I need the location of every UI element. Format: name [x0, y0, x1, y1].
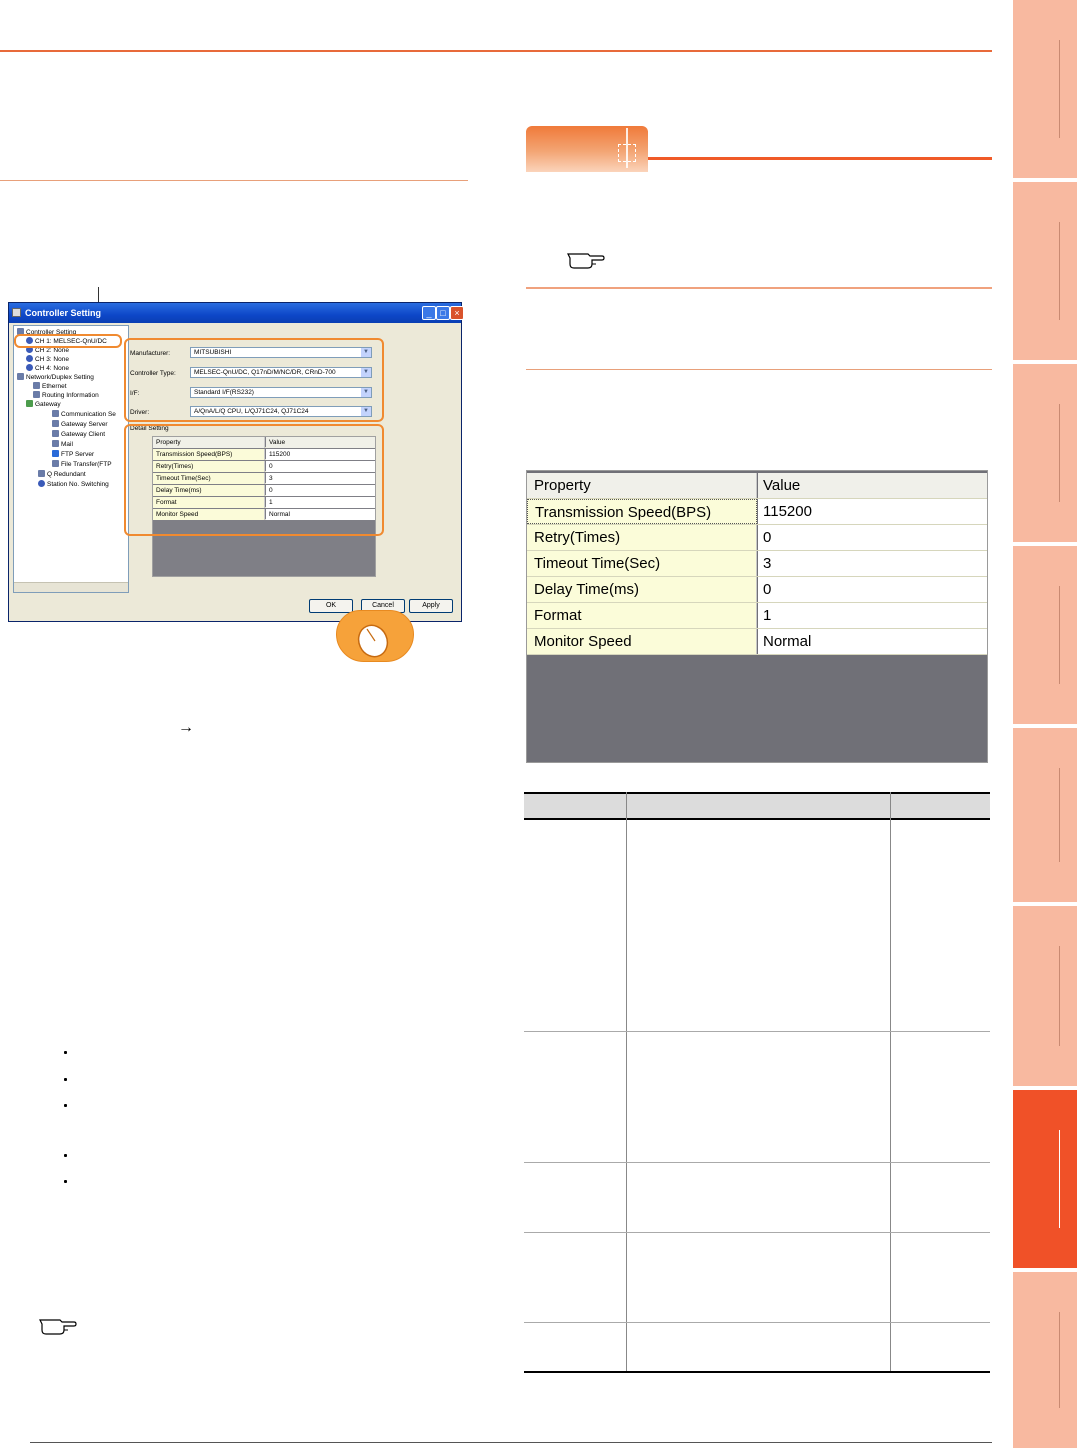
bullet-icon — [64, 1078, 67, 1081]
tree-item[interactable]: Mail — [52, 440, 73, 449]
specification-table — [524, 792, 990, 1373]
tree-item[interactable]: Gateway — [26, 400, 61, 409]
arrow-right-icon: → — [178, 719, 194, 736]
tree-item[interactable]: Communication Se — [52, 410, 116, 419]
minimize-button[interactable]: _ — [422, 306, 436, 320]
gateway-icon — [26, 400, 33, 407]
value-header: Value — [758, 473, 987, 498]
pointing-hand-icon — [39, 1319, 77, 1335]
side-tab-6[interactable] — [1013, 906, 1077, 1086]
side-tab-8[interactable] — [1013, 1272, 1077, 1448]
side-tab-5[interactable] — [1013, 728, 1077, 902]
detail-setting-highlight — [124, 424, 384, 536]
tree-horizontal-scrollbar[interactable] — [14, 582, 128, 592]
table-row[interactable]: Format 1 — [527, 603, 987, 629]
bullet-icon — [64, 1051, 67, 1054]
tree-item[interactable]: CH 3: None — [26, 355, 69, 364]
bullet-icon — [64, 1104, 67, 1107]
tree-item[interactable]: Network/Duplex Setting — [17, 373, 94, 382]
side-tab-7-active[interactable] — [1013, 1090, 1077, 1268]
side-tab-4[interactable] — [1013, 546, 1077, 724]
station-icon — [38, 480, 45, 487]
hint-crosshair-icon — [618, 144, 636, 162]
file-transfer-icon — [52, 460, 59, 467]
window-titlebar[interactable]: Controller Setting — [9, 303, 461, 323]
tree-item[interactable]: Routing Information — [33, 391, 99, 400]
side-tab-1[interactable] — [1013, 0, 1077, 178]
row-divider — [524, 1232, 990, 1233]
tree-item[interactable]: Station No. Switching — [38, 480, 109, 489]
column-divider — [890, 792, 891, 1373]
app-icon — [12, 308, 21, 317]
tree-item[interactable]: FTP Server — [52, 450, 94, 459]
mouse-click-bubble — [336, 610, 414, 662]
tree-item[interactable]: Ethernet — [33, 382, 67, 391]
bullet-icon — [64, 1180, 67, 1183]
row-divider — [524, 1322, 990, 1323]
channel-icon — [26, 355, 33, 362]
window-title: Controller Setting — [25, 308, 101, 318]
table-row[interactable]: Timeout Time(Sec) 3 — [527, 551, 987, 577]
section-rule-right-1 — [526, 287, 992, 289]
bottom-rule — [30, 1442, 992, 1443]
side-tab-3[interactable] — [1013, 364, 1077, 542]
close-button[interactable]: × — [450, 306, 464, 320]
section-rule-right-2 — [526, 369, 992, 370]
tree-item[interactable]: Gateway Client — [52, 430, 105, 439]
routing-icon — [33, 391, 40, 398]
ftp-icon — [52, 450, 59, 457]
driver-settings-highlight — [124, 338, 384, 422]
maximize-button[interactable]: □ — [436, 306, 450, 320]
table-row[interactable]: Delay Time(ms) 0 — [527, 577, 987, 603]
table-row[interactable]: Monitor Speed Normal — [527, 629, 987, 655]
row-divider — [524, 1031, 990, 1032]
section-rule-left — [0, 180, 468, 181]
table-header — [524, 792, 990, 820]
ethernet-icon — [33, 382, 40, 389]
tree-item[interactable]: Gateway Server — [52, 420, 108, 429]
tree-item[interactable]: Q Redundant — [38, 470, 86, 479]
property-header: Property — [527, 473, 757, 498]
apply-button[interactable]: Apply — [409, 599, 453, 613]
row-divider — [524, 1162, 990, 1163]
channel-icon — [26, 364, 33, 371]
tree-item[interactable]: CH 4: None — [26, 364, 69, 373]
mail-icon — [52, 440, 59, 447]
channel-highlight — [14, 334, 122, 348]
client-icon — [52, 430, 59, 437]
settings-tree: Controller Setting CH 1: MELSEC-QnU/DC C… — [13, 325, 129, 593]
table-row[interactable]: Retry(Times) 0 — [527, 525, 987, 551]
pointing-hand-icon — [567, 253, 605, 269]
column-divider — [626, 792, 627, 1373]
server-icon — [52, 420, 59, 427]
network-icon — [17, 373, 24, 380]
side-tab-2[interactable] — [1013, 182, 1077, 360]
mouse-icon — [357, 624, 389, 658]
communication-icon — [52, 410, 59, 417]
hint-rule — [648, 157, 992, 160]
top-rule — [0, 50, 992, 52]
table-row[interactable]: Transmission Speed(BPS) 115200 — [527, 499, 987, 525]
table-row: Property Value — [527, 473, 987, 499]
bullet-icon — [64, 1154, 67, 1157]
property-table: Property Value Transmission Speed(BPS) 115… — [526, 470, 988, 763]
table-bottom-rule — [524, 1371, 990, 1373]
tree-item[interactable]: File Transfer(FTP — [52, 460, 112, 469]
redundant-icon — [38, 470, 45, 477]
